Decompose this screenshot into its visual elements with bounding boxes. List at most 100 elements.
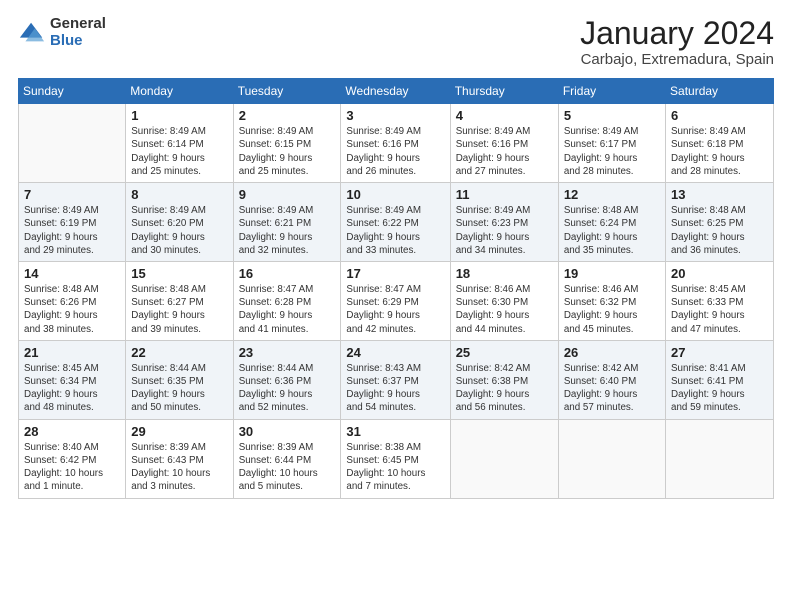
day-number-14: 14	[24, 266, 120, 281]
day-number-1: 1	[131, 108, 227, 123]
day-number-22: 22	[131, 345, 227, 360]
cell-w5-d7	[666, 419, 774, 498]
day-number-6: 6	[671, 108, 768, 123]
cell-w4-d4: 24Sunrise: 8:43 AMSunset: 6:37 PMDayligh…	[341, 340, 450, 419]
cell-w1-d2: 1 Sunrise: 8:49 AMSunset: 6:14 PMDaylight…	[126, 104, 233, 183]
cell-w4-d3: 23 Sunrise: 8:44 AMSunset: 6:36 PMDayligh…	[233, 340, 341, 419]
cell-w2-d4: 10Sunrise: 8:49 AMSunset: 6:22 PMDayligh…	[341, 183, 450, 262]
logo: General Blue	[18, 16, 106, 49]
day-number-28: 28	[24, 424, 120, 439]
day-number-10: 10	[346, 187, 444, 202]
day-number-3: 3	[346, 108, 444, 123]
day-number-7: 7	[24, 187, 120, 202]
cell-w5-d1: 28 Sunrise: 8:40 AMSunset: 6:42 PMDayligh…	[19, 419, 126, 498]
day-info-8: Sunrise: 8:49 AMSunset: 6:20 PMDaylight:…	[131, 204, 227, 257]
day-info-12: Sunrise: 8:48 AMSunset: 6:24 PMDaylight:…	[564, 204, 660, 257]
cell-w5-d6	[558, 419, 665, 498]
header: General Blue January 2024 Carbajo, Extre…	[18, 16, 774, 68]
day-info-22: Sunrise: 8:44 AMSunset: 6:35 PMDaylight:…	[131, 362, 227, 415]
cell-w3-d7: 20 Sunrise: 8:45 AMSunset: 6:33 PMDayligh…	[666, 261, 774, 340]
day-info-25: Sunrise: 8:42 AMSunset: 6:38 PMDaylight:…	[456, 362, 553, 415]
day-number-21: 21	[24, 345, 120, 360]
header-monday: Monday	[126, 79, 233, 104]
cell-w3-d5: 18 Sunrise: 8:46 AMSunset: 6:30 PMDayligh…	[450, 261, 558, 340]
header-friday: Friday	[558, 79, 665, 104]
subtitle: Carbajo, Extremadura, Spain	[580, 51, 774, 68]
day-info-3: Sunrise: 8:49 AMSunset: 6:16 PMDaylight:…	[346, 125, 444, 178]
cell-w1-d4: 3 Sunrise: 8:49 AMSunset: 6:16 PMDaylight…	[341, 104, 450, 183]
day-number-20: 20	[671, 266, 768, 281]
week-row-3: 14Sunrise: 8:48 AMSunset: 6:26 PMDayligh…	[19, 261, 774, 340]
cell-w3-d6: 19Sunrise: 8:46 AMSunset: 6:32 PMDayligh…	[558, 261, 665, 340]
header-tuesday: Tuesday	[233, 79, 341, 104]
cell-w2-d7: 13Sunrise: 8:48 AMSunset: 6:25 PMDayligh…	[666, 183, 774, 262]
day-number-2: 2	[239, 108, 336, 123]
day-info-26: Sunrise: 8:42 AMSunset: 6:40 PMDaylight:…	[564, 362, 660, 415]
day-info-1: Sunrise: 8:49 AMSunset: 6:14 PMDaylight:…	[131, 125, 227, 178]
cell-w5-d4: 31Sunrise: 8:38 AMSunset: 6:45 PMDayligh…	[341, 419, 450, 498]
day-info-17: Sunrise: 8:47 AMSunset: 6:29 PMDaylight:…	[346, 283, 444, 336]
cell-w4-d1: 21 Sunrise: 8:45 AMSunset: 6:34 PMDayligh…	[19, 340, 126, 419]
day-info-18: Sunrise: 8:46 AMSunset: 6:30 PMDaylight:…	[456, 283, 553, 336]
day-info-6: Sunrise: 8:49 AMSunset: 6:18 PMDaylight:…	[671, 125, 768, 178]
day-number-13: 13	[671, 187, 768, 202]
cell-w4-d2: 22 Sunrise: 8:44 AMSunset: 6:35 PMDayligh…	[126, 340, 233, 419]
day-number-25: 25	[456, 345, 553, 360]
cell-w5-d5	[450, 419, 558, 498]
calendar-body: 1 Sunrise: 8:49 AMSunset: 6:14 PMDaylight…	[19, 104, 774, 498]
day-number-8: 8	[131, 187, 227, 202]
day-number-29: 29	[131, 424, 227, 439]
day-number-23: 23	[239, 345, 336, 360]
header-wednesday: Wednesday	[341, 79, 450, 104]
cell-w4-d7: 27Sunrise: 8:41 AMSunset: 6:41 PMDayligh…	[666, 340, 774, 419]
cell-w3-d4: 17 Sunrise: 8:47 AMSunset: 6:29 PMDayligh…	[341, 261, 450, 340]
day-number-18: 18	[456, 266, 553, 281]
cell-w3-d3: 16 Sunrise: 8:47 AMSunset: 6:28 PMDayligh…	[233, 261, 341, 340]
day-info-11: Sunrise: 8:49 AMSunset: 6:23 PMDaylight:…	[456, 204, 553, 257]
week-row-5: 28 Sunrise: 8:40 AMSunset: 6:42 PMDayligh…	[19, 419, 774, 498]
calendar-header: Sunday Monday Tuesday Wednesday Thursday…	[19, 79, 774, 104]
day-info-16: Sunrise: 8:47 AMSunset: 6:28 PMDaylight:…	[239, 283, 336, 336]
cell-w2-d2: 8 Sunrise: 8:49 AMSunset: 6:20 PMDaylight…	[126, 183, 233, 262]
cell-w4-d6: 26Sunrise: 8:42 AMSunset: 6:40 PMDayligh…	[558, 340, 665, 419]
day-info-15: Sunrise: 8:48 AMSunset: 6:27 PMDaylight:…	[131, 283, 227, 336]
day-number-19: 19	[564, 266, 660, 281]
day-number-27: 27	[671, 345, 768, 360]
day-number-16: 16	[239, 266, 336, 281]
header-row: Sunday Monday Tuesday Wednesday Thursday…	[19, 79, 774, 104]
day-info-24: Sunrise: 8:43 AMSunset: 6:37 PMDaylight:…	[346, 362, 444, 415]
day-info-30: Sunrise: 8:39 AMSunset: 6:44 PMDaylight:…	[239, 441, 336, 494]
calendar-table: Sunday Monday Tuesday Wednesday Thursday…	[18, 78, 774, 498]
day-info-4: Sunrise: 8:49 AMSunset: 6:16 PMDaylight:…	[456, 125, 553, 178]
cell-w1-d1	[19, 104, 126, 183]
day-info-2: Sunrise: 8:49 AMSunset: 6:15 PMDaylight:…	[239, 125, 336, 178]
page: General Blue January 2024 Carbajo, Extre…	[0, 0, 792, 612]
day-number-4: 4	[456, 108, 553, 123]
day-info-23: Sunrise: 8:44 AMSunset: 6:36 PMDaylight:…	[239, 362, 336, 415]
cell-w3-d2: 15Sunrise: 8:48 AMSunset: 6:27 PMDayligh…	[126, 261, 233, 340]
cell-w5-d3: 30Sunrise: 8:39 AMSunset: 6:44 PMDayligh…	[233, 419, 341, 498]
cell-w1-d3: 2 Sunrise: 8:49 AMSunset: 6:15 PMDaylight…	[233, 104, 341, 183]
day-info-21: Sunrise: 8:45 AMSunset: 6:34 PMDaylight:…	[24, 362, 120, 415]
day-number-5: 5	[564, 108, 660, 123]
day-info-9: Sunrise: 8:49 AMSunset: 6:21 PMDaylight:…	[239, 204, 336, 257]
header-thursday: Thursday	[450, 79, 558, 104]
cell-w1-d6: 5Sunrise: 8:49 AMSunset: 6:17 PMDaylight…	[558, 104, 665, 183]
day-number-17: 17	[346, 266, 444, 281]
cell-w5-d2: 29Sunrise: 8:39 AMSunset: 6:43 PMDayligh…	[126, 419, 233, 498]
logo-general-text: General	[50, 16, 106, 33]
logo-text: General Blue	[50, 16, 106, 49]
cell-w1-d5: 4 Sunrise: 8:49 AMSunset: 6:16 PMDaylight…	[450, 104, 558, 183]
title-block: January 2024 Carbajo, Extremadura, Spain	[580, 16, 774, 68]
day-info-20: Sunrise: 8:45 AMSunset: 6:33 PMDaylight:…	[671, 283, 768, 336]
cell-w3-d1: 14Sunrise: 8:48 AMSunset: 6:26 PMDayligh…	[19, 261, 126, 340]
day-number-12: 12	[564, 187, 660, 202]
week-row-2: 7 Sunrise: 8:49 AMSunset: 6:19 PMDaylight…	[19, 183, 774, 262]
day-number-9: 9	[239, 187, 336, 202]
day-info-7: Sunrise: 8:49 AMSunset: 6:19 PMDaylight:…	[24, 204, 120, 257]
cell-w2-d1: 7 Sunrise: 8:49 AMSunset: 6:19 PMDaylight…	[19, 183, 126, 262]
day-info-28: Sunrise: 8:40 AMSunset: 6:42 PMDaylight:…	[24, 441, 120, 494]
day-number-11: 11	[456, 187, 553, 202]
cell-w2-d3: 9 Sunrise: 8:49 AMSunset: 6:21 PMDaylight…	[233, 183, 341, 262]
header-saturday: Saturday	[666, 79, 774, 104]
